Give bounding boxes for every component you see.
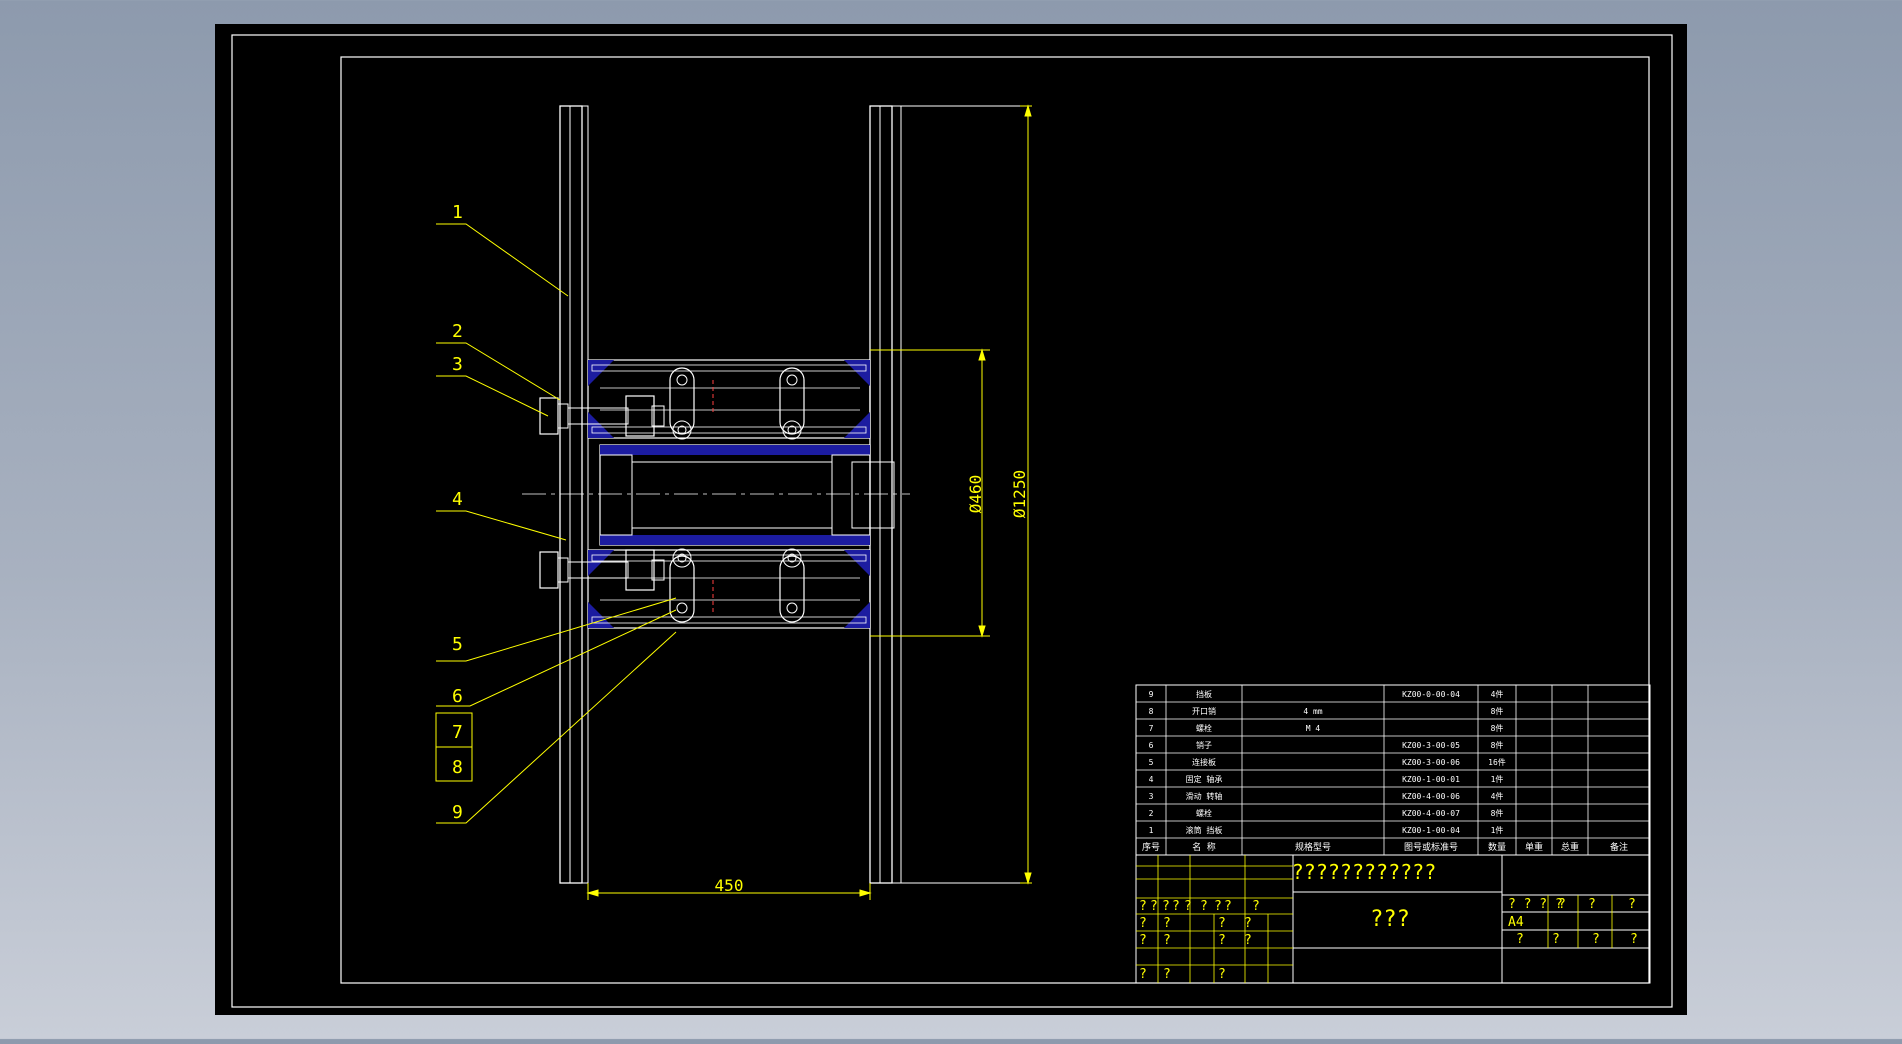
- bom-header-cell: 序号: [1142, 841, 1160, 853]
- balloon-3: 3: [452, 354, 463, 375]
- title-block-cell: ? ? ? ?: [1508, 897, 1563, 912]
- title-block-cell: ?: [1150, 899, 1158, 914]
- title-block-cell: ?: [1184, 899, 1192, 914]
- bom-cell: KZ00-4-00-06: [1402, 792, 1460, 801]
- title-block-cell: ?: [1218, 933, 1226, 948]
- title-block-cell: ?: [1163, 916, 1171, 931]
- balloon-9: 9: [452, 802, 463, 823]
- title-block-cell: ?: [1552, 932, 1560, 947]
- balloon-2: 2: [452, 321, 463, 342]
- title-block-cell: ?: [1139, 933, 1147, 948]
- title-block-cell: ?: [1163, 933, 1171, 948]
- title-block-cell: ?: [1172, 899, 1180, 914]
- bom-cell: 7: [1149, 724, 1154, 733]
- title-block-cell: ?: [1224, 899, 1232, 914]
- title-block-cell: ?: [1244, 916, 1252, 931]
- bom-header-cell: 总重: [1561, 841, 1579, 853]
- project-title: ????????????: [1292, 860, 1437, 884]
- title-block-cell: ?: [1139, 899, 1147, 914]
- balloon-7: 7: [452, 722, 463, 743]
- bom-cell: KZ00-1-00-04: [1402, 826, 1460, 835]
- bom-cell: 2: [1149, 809, 1154, 818]
- bom-cell: KZ00-0-00-04: [1402, 690, 1460, 699]
- bom-cell: 螺栓: [1196, 808, 1212, 818]
- bom-header-cell: 数量: [1488, 841, 1506, 853]
- bom-cell: 挡板: [1196, 689, 1212, 699]
- title-block-cell: ?: [1252, 899, 1260, 914]
- bom-cell: 4件: [1491, 689, 1504, 699]
- bom-cell: 8件: [1491, 740, 1504, 750]
- bom-cell: KZ00-1-00-01: [1402, 775, 1460, 784]
- bom-cell: 9: [1149, 690, 1154, 699]
- bom-cell: 8件: [1491, 723, 1504, 733]
- bom-cell: KZ00-3-00-05: [1402, 741, 1460, 750]
- dimension-inner-diameter-label: Ø460: [966, 475, 985, 514]
- bom-cell: 6: [1149, 741, 1154, 750]
- bom-cell: 3: [1149, 792, 1154, 801]
- balloon-4: 4: [452, 489, 463, 510]
- bom-cell: 8件: [1491, 706, 1504, 716]
- bom-cell: 销子: [1196, 740, 1212, 750]
- bom-cell: 固定 轴承: [1186, 774, 1223, 784]
- title-block-cell: ?: [1214, 899, 1222, 914]
- title-block-cell: ?: [1244, 933, 1252, 948]
- bom-cell: 滑动 转轴: [1186, 791, 1223, 801]
- bom-cell: 1件: [1491, 774, 1504, 784]
- title-block-cell: ?: [1139, 967, 1147, 982]
- bom-cell: 滚筒 挡板: [1186, 825, 1223, 835]
- title-block-cell: ?: [1139, 916, 1147, 931]
- balloon-5: 5: [452, 634, 463, 655]
- bom-cell: 16件: [1488, 757, 1506, 767]
- drawing-name: ???: [1370, 907, 1410, 932]
- bom-cell: M 4: [1306, 724, 1321, 733]
- title-block-cell: ?: [1592, 932, 1600, 947]
- title-block-cell: ?: [1218, 916, 1226, 931]
- bom-cell: 螺栓: [1196, 723, 1212, 733]
- balloon-8: 8: [452, 757, 463, 778]
- bom-header-cell: 规格型号: [1295, 841, 1331, 853]
- bom-header-cell: 图号或标准号: [1404, 841, 1458, 853]
- bom-cell: 4: [1149, 775, 1154, 784]
- sheet-size: A4: [1508, 915, 1524, 930]
- title-block-cell: ?: [1558, 897, 1566, 912]
- title-block-cell: ?: [1218, 967, 1226, 982]
- bom-cell: 开口销: [1192, 706, 1216, 716]
- bom-cell: KZ00-4-00-07: [1402, 809, 1460, 818]
- title-block-cell: ?: [1163, 967, 1171, 982]
- bom-cell: 连接板: [1192, 757, 1216, 767]
- title-block-cell: ?: [1200, 899, 1208, 914]
- bom-cell: 5: [1149, 758, 1154, 767]
- bom-cell: KZ00-3-00-06: [1402, 758, 1460, 767]
- title-block-cell: ?: [1516, 932, 1524, 947]
- bom-header-cell: 备注: [1610, 841, 1628, 853]
- dimension-outer-diameter-label: Ø1250: [1010, 470, 1029, 518]
- title-block-cell: ?: [1630, 932, 1638, 947]
- cad-viewport[interactable]: 450 Ø460 Ø1250 1 2 3 4 5 6 7 8 9 9 挡板 KZ00…: [0, 0, 1902, 1039]
- drawing-canvas: 450 Ø460 Ø1250 1 2 3 4 5 6 7 8 9 9 挡板 KZ00…: [215, 24, 1687, 1015]
- bom-cell: 8: [1149, 707, 1154, 716]
- bom-cell: 4件: [1491, 791, 1504, 801]
- bom-header-cell: 名 称: [1192, 841, 1215, 853]
- title-block-cell: ?: [1162, 899, 1170, 914]
- balloon-6: 6: [452, 686, 463, 707]
- title-block-cell: ?: [1628, 897, 1636, 912]
- bom-cell: 1: [1149, 826, 1154, 835]
- drawing-sheet: [215, 24, 1687, 1015]
- bom-cell: 4 mm: [1303, 707, 1322, 716]
- title-block-cell: ?: [1588, 897, 1596, 912]
- bom-header-cell: 单重: [1525, 841, 1543, 853]
- bom-cell: 1件: [1491, 825, 1504, 835]
- bom-cell: 8件: [1491, 808, 1504, 818]
- balloon-1: 1: [452, 202, 463, 223]
- dimension-length-label: 450: [715, 876, 744, 895]
